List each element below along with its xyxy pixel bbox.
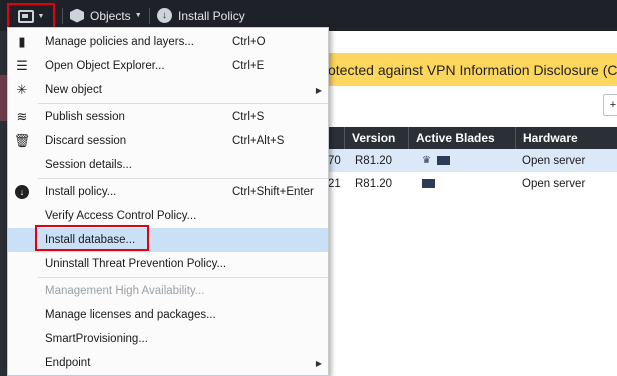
row-hardware: Open server [522,154,586,167]
blades-cell: ♛ [422,149,454,172]
gateways-table: Version Active Blades Hardware 70 R81.20… [300,127,617,195]
menu-item-label: Manage licenses and packages... [45,309,216,321]
submenu-arrow-icon: ▶ [315,358,322,368]
menu-item-object-explorer[interactable]: ☰ Open Object Explorer... Ctrl+E [8,54,328,78]
menu-item-label: New object [45,84,102,96]
menu-item-uninstall-threat-prevention[interactable]: Uninstall Threat Prevention Policy... [8,252,328,276]
menu-item-install-database[interactable]: Install database... [8,225,328,252]
install-down-icon: ↓ [157,8,172,23]
toolbar-divider [149,8,150,24]
menu-item-management-ha: Management High Availability... [8,279,328,303]
menu-divider [38,178,328,179]
chevron-down-icon: ▼ [37,13,45,20]
blade-grid-icon [422,179,435,188]
new-star-icon: ✳ [16,82,28,97]
table-row[interactable]: 21 R81.20 Open server [300,172,617,195]
menu-item-label: Management High Availability... [45,285,205,297]
objects-label: Objects [90,8,131,23]
row-version: R81.20 [355,154,393,167]
list-icon: ☰ [16,58,28,73]
secondary-toolbar: + [300,86,617,124]
chevron-down-icon: ▼ [134,12,142,19]
menu-item-shortcut: Ctrl+O [232,36,266,48]
column-header-hardware[interactable]: Hardware [515,127,617,149]
menu-item-label: Uninstall Threat Prevention Policy... [45,258,227,270]
menu-item-install-policy[interactable]: ↓ Install policy... Ctrl+Shift+Enter [8,180,328,204]
banner-text: otected against VPN Information Disclosu… [328,61,617,78]
menu-item-label: Verify Access Control Policy... [45,210,197,222]
menu-item-label: Open Object Explorer... [45,60,165,72]
menu-item-shortcut: Ctrl+Alt+S [232,135,285,147]
menu-item-label: Install database... [45,234,136,246]
alert-banner: otected against VPN Information Disclosu… [300,53,617,86]
menu-item-label: Install policy... [45,186,117,198]
menu-divider [38,277,328,278]
row-hardware: Open server [522,177,586,190]
menu-item-label: Discard session [45,135,127,147]
row-id-suffix: 70 [328,154,341,167]
menu-item-new-object[interactable]: ✳ New object ▶ [8,78,328,102]
column-header-version[interactable]: Version [344,127,408,149]
main-dropdown-menu: ▮ Manage policies and layers... Ctrl+O ☰… [7,27,329,376]
install-down-icon: ↓ [13,183,31,201]
menu-item-label: Publish session [45,111,125,123]
menu-item-discard-session[interactable]: 🗑 Discard session Ctrl+Alt+S [8,129,328,153]
row-version: R81.20 [355,177,393,190]
menu-item-label: Endpoint [45,357,91,369]
main-menu-button[interactable]: ▼ [7,3,55,30]
menu-item-publish-session[interactable]: ≋ Publish session Ctrl+S [8,105,328,129]
menu-item-session-details[interactable]: Session details... [8,153,328,177]
blade-list-icon [436,156,450,165]
install-policy-label: Install Policy [178,8,245,23]
policy-layers-icon: ▮ [18,34,26,49]
trash-icon: 🗑 [13,133,31,148]
menu-item-shortcut: Ctrl+S [232,111,265,123]
menu-item-label: SmartProvisioning... [45,333,148,345]
menu-item-label: Manage policies and layers... [45,36,194,48]
menu-item-manage-licenses[interactable]: Manage licenses and packages... [8,303,328,327]
blades-cell [422,172,439,195]
add-icon[interactable]: + [603,94,617,116]
app-menu-icon [17,10,34,23]
row-id-suffix: 21 [328,177,341,190]
menu-item-shortcut: Ctrl+Shift+Enter [232,186,314,198]
menu-item-shortcut: Ctrl+E [232,60,265,72]
publish-icon: ≋ [16,109,28,124]
menu-item-label: Session details... [45,159,132,171]
menu-item-smartprovisioning[interactable]: SmartProvisioning... [8,327,328,351]
cube-icon [70,8,84,23]
menu-item-manage-policies[interactable]: ▮ Manage policies and layers... Ctrl+O [8,30,328,54]
toolbar-divider [62,8,63,24]
menu-divider [38,103,328,104]
crown-icon: ♛ [422,155,431,166]
submenu-arrow-icon: ▶ [315,85,322,95]
table-row[interactable]: 70 R81.20 ♛ Open server [300,149,617,172]
column-header-active-blades[interactable]: Active Blades [408,127,515,149]
table-header: Version Active Blades Hardware [300,127,617,149]
menu-item-endpoint[interactable]: Endpoint ▶ [8,351,328,375]
